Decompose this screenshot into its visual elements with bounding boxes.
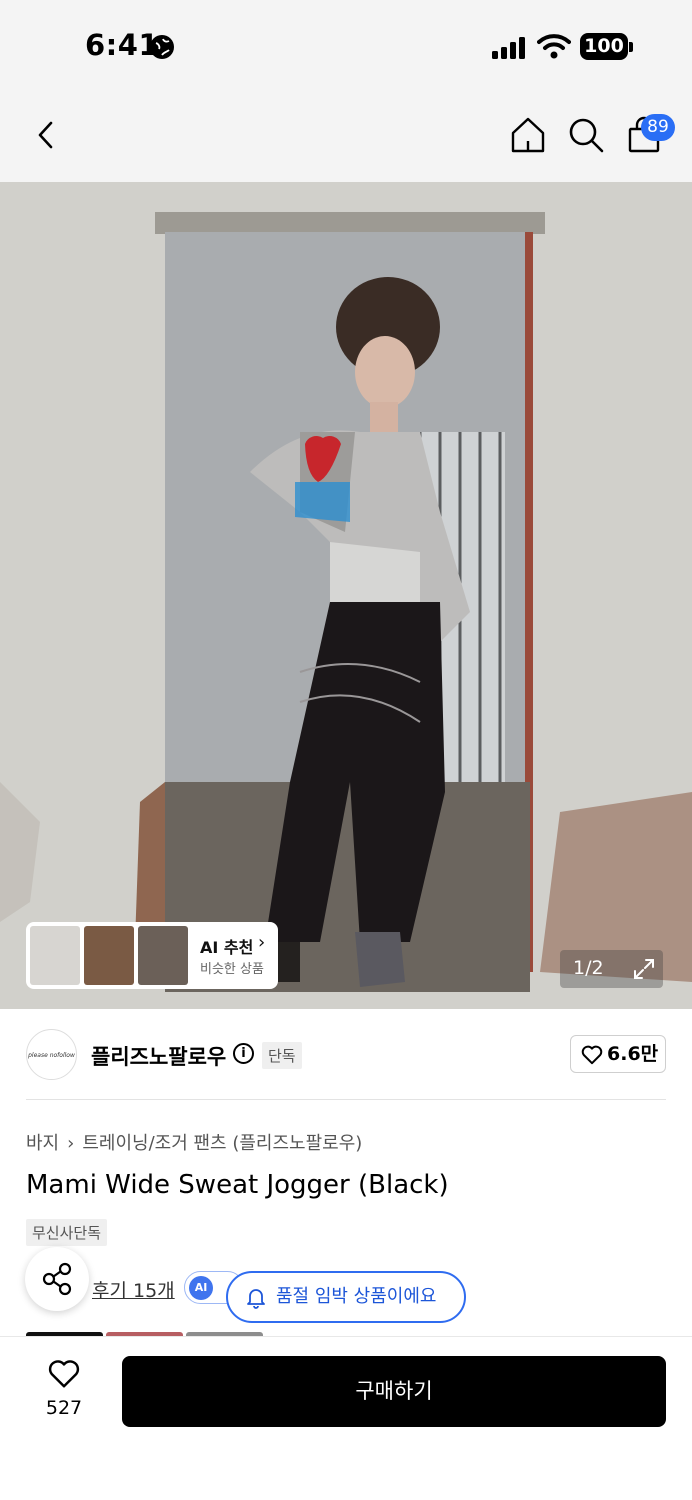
ai-recommend-subtitle: 비슷한 상품 bbox=[200, 962, 264, 977]
buy-button[interactable]: 구매하기 bbox=[122, 1356, 666, 1427]
bottom-action-bar: 527 구매하기 bbox=[0, 1336, 692, 1500]
status-bar: 6:41 100 bbox=[0, 0, 692, 95]
image-pager: 1/2 bbox=[560, 950, 663, 988]
similar-product-thumbnail[interactable] bbox=[138, 926, 188, 985]
chevron-right-icon: › bbox=[67, 1133, 75, 1154]
ai-badge: AI bbox=[189, 1276, 213, 1300]
battery-indicator: 100 bbox=[580, 33, 628, 60]
brand-logo[interactable]: please nofollow bbox=[26, 1029, 77, 1080]
bell-icon bbox=[247, 1289, 265, 1309]
divider bbox=[26, 1099, 666, 1100]
wishlist-button[interactable]: 527 bbox=[38, 1359, 90, 1419]
breadcrumb: 바지 › 트레이닝/조거 팬츠 (플리즈노팔로우) bbox=[26, 1129, 362, 1155]
globe-icon bbox=[150, 35, 174, 59]
share-button[interactable] bbox=[25, 1247, 89, 1311]
musinsa-exclusive-tag: 무신사단독 bbox=[26, 1219, 108, 1246]
battery-tip bbox=[629, 42, 633, 52]
back-arrow-icon[interactable] bbox=[24, 113, 68, 157]
heart-icon bbox=[581, 1045, 603, 1065]
expand-icon[interactable] bbox=[632, 957, 656, 981]
search-icon[interactable] bbox=[564, 113, 608, 157]
brand-row: please nofollow 플리즈노팔로우 i 단독 6.6만 bbox=[0, 1009, 692, 1099]
top-nav-bar bbox=[0, 95, 692, 182]
low-stock-toast[interactable]: 품절 임박 상품이에요 bbox=[226, 1271, 466, 1323]
product-title: Mami Wide Sweat Jogger (Black) bbox=[26, 1170, 449, 1200]
info-icon[interactable]: i bbox=[233, 1043, 254, 1064]
product-image[interactable]: AI 추천 › 비슷한 상품 1/2 bbox=[0, 182, 692, 1009]
breadcrumb-subcategory[interactable]: 트레이닝/조거 팬츠 (플리즈노팔로우) bbox=[82, 1133, 362, 1154]
wishlist-count: 527 bbox=[45, 1397, 83, 1419]
share-icon bbox=[42, 1262, 72, 1296]
home-icon[interactable] bbox=[506, 113, 550, 157]
chevron-right-icon: › bbox=[258, 932, 266, 953]
similar-product-thumbnail[interactable] bbox=[30, 926, 80, 985]
ai-recommend-card[interactable]: AI 추천 › 비슷한 상품 bbox=[26, 922, 278, 989]
status-time: 6:41 bbox=[85, 28, 160, 62]
breadcrumb-category[interactable]: 바지 bbox=[26, 1133, 59, 1154]
brand-like-button[interactable]: 6.6만 bbox=[570, 1035, 666, 1073]
similar-product-thumbnail[interactable] bbox=[84, 926, 134, 985]
brand-like-count: 6.6만 bbox=[607, 1043, 659, 1065]
heart-icon bbox=[48, 1360, 80, 1388]
ai-recommend-title: AI 추천 bbox=[200, 938, 254, 957]
image-counter: 1/2 bbox=[573, 957, 604, 979]
review-count-link[interactable]: 후기 15개 bbox=[92, 1276, 175, 1303]
wifi-icon bbox=[537, 33, 571, 63]
cart-count-badge: 89 bbox=[641, 114, 675, 141]
exclusive-badge: 단독 bbox=[262, 1042, 302, 1069]
brand-name[interactable]: 플리즈노팔로우 bbox=[91, 1041, 226, 1071]
low-stock-message: 품절 임박 상품이에요 bbox=[276, 1286, 437, 1307]
cellular-signal-icon bbox=[492, 37, 526, 59]
